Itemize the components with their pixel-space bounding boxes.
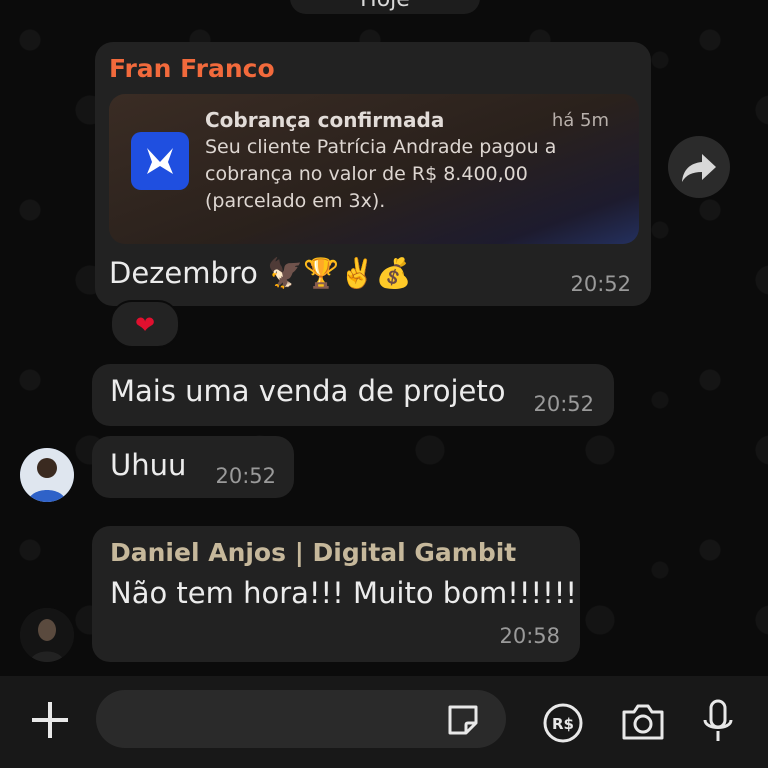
message-time: 20:52	[570, 272, 631, 296]
plus-icon[interactable]	[26, 696, 74, 744]
forward-icon	[682, 154, 716, 182]
message-time: 20:52	[533, 392, 594, 416]
svg-text:R$: R$	[552, 715, 574, 733]
avatar-user[interactable]	[20, 448, 74, 502]
notification-title: Cobrança confirmada	[205, 108, 445, 132]
avatar-daniel[interactable]	[20, 608, 74, 662]
notification-time: há 5m	[551, 110, 609, 131]
message-text: Uhuu	[110, 448, 187, 482]
heart-reaction[interactable]: ❤	[110, 300, 180, 348]
message-text: Dezembro 🦅🏆✌️💰	[109, 256, 412, 290]
sender-name[interactable]: Fran Franco	[109, 54, 275, 83]
microphone-icon[interactable]	[700, 698, 736, 746]
date-separator: Hoje	[290, 0, 480, 14]
app-logo-icon	[131, 132, 189, 190]
message-time: 20:52	[215, 464, 276, 488]
notification-body: Seu cliente Patrícia Andrade pagou a cob…	[205, 136, 557, 212]
message-bubble-fran[interactable]: Fran Franco Cobrança confirmada há 5m Se…	[95, 42, 651, 306]
message-text: Não tem hora!!! Muito bom!!!!!!	[110, 576, 577, 610]
message-time: 20:58	[499, 624, 560, 648]
message-bubble-daniel[interactable]: Daniel Anjos | Digital Gambit Não tem ho…	[92, 526, 580, 662]
message-text: Mais uma venda de projeto	[110, 374, 506, 408]
forward-button[interactable]	[668, 136, 730, 198]
pix-payment-icon[interactable]: R$	[542, 702, 584, 744]
sticker-icon[interactable]	[446, 703, 480, 737]
sender-name[interactable]: Daniel Anjos | Digital Gambit	[110, 538, 516, 567]
notification-screenshot[interactable]: Cobrança confirmada há 5m Seu cliente Pa…	[109, 94, 639, 244]
message-composer: R$	[0, 676, 768, 768]
message-bubble[interactable]: Uhuu 20:52	[92, 436, 294, 498]
message-input[interactable]	[96, 690, 506, 748]
message-bubble[interactable]: Mais uma venda de projeto 20:52	[92, 364, 614, 426]
camera-icon[interactable]	[620, 702, 666, 742]
